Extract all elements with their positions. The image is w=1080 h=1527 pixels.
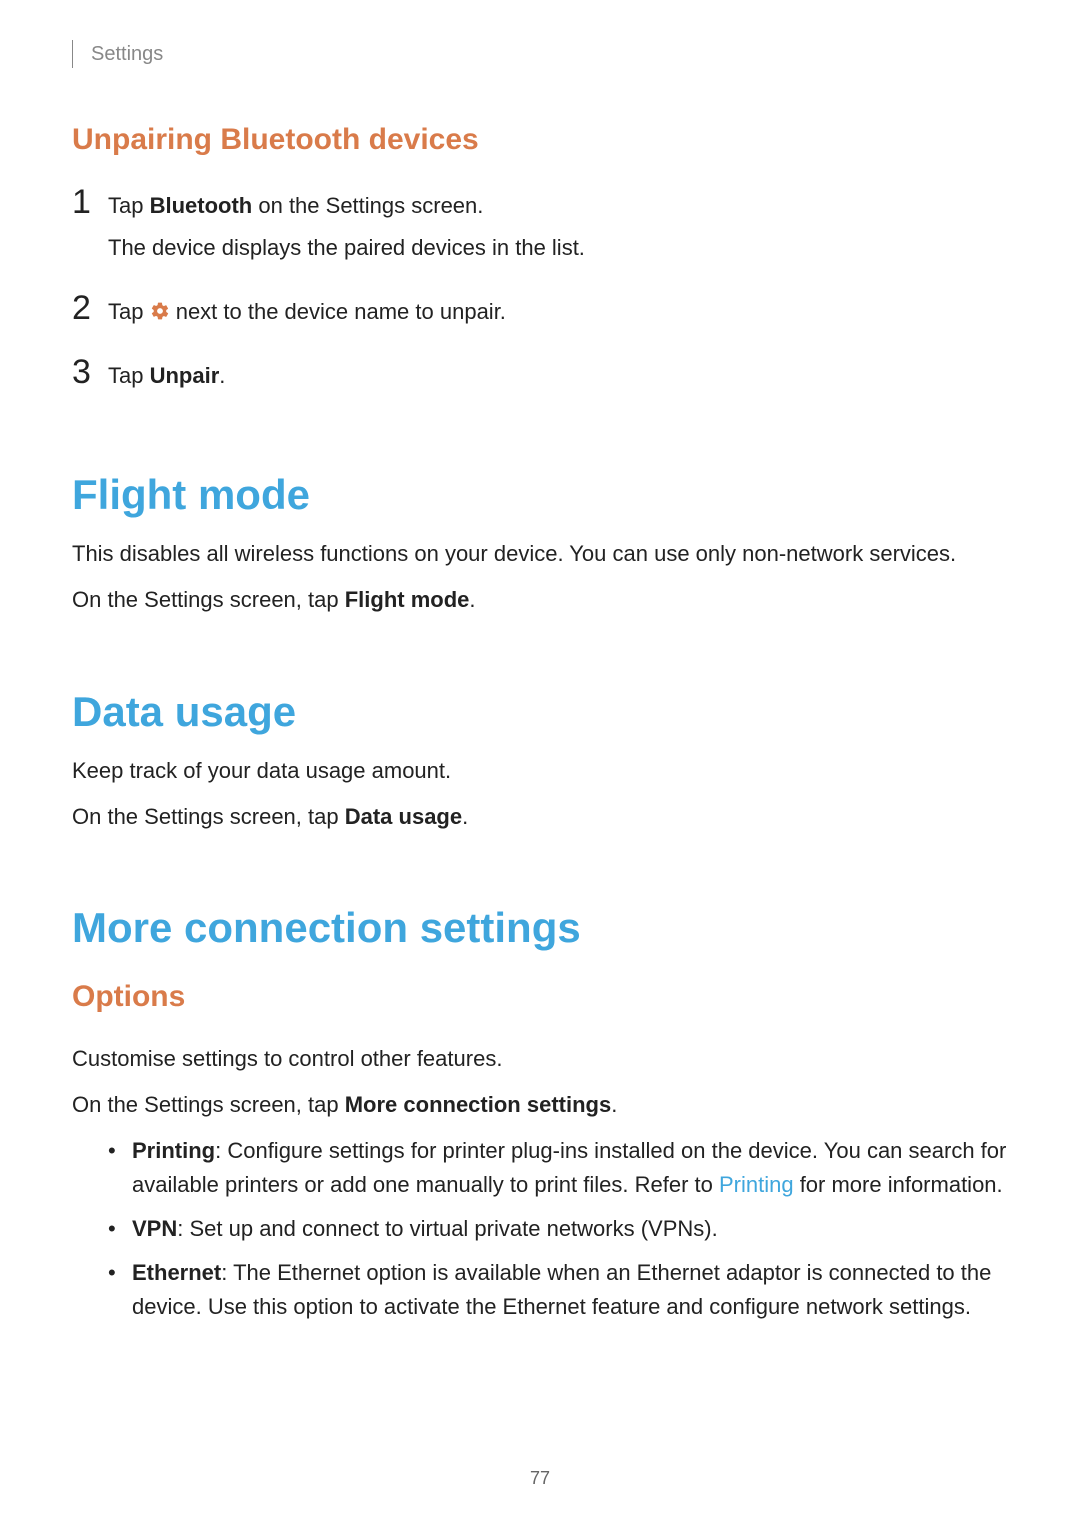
more-para-2: On the Settings screen, tap More connect… <box>72 1088 1008 1122</box>
step-body: Tap Unpair. <box>108 355 225 401</box>
step-line: Tap next to the device name to unpair. <box>108 295 506 329</box>
bullet-ethernet: Ethernet: The Ethernet option is availab… <box>108 1256 1008 1324</box>
more-para-1: Customise settings to control other feat… <box>72 1042 1008 1076</box>
heading-unpairing: Unpairing Bluetooth devices <box>72 123 1008 157</box>
page-content: Settings Unpairing Bluetooth devices 1 T… <box>0 0 1080 1324</box>
flight-para-2: On the Settings screen, tap Flight mode. <box>72 583 1008 617</box>
heading-data-usage: Data usage <box>72 688 1008 736</box>
step-line: Tap Unpair. <box>108 359 225 393</box>
link-printing[interactable]: Printing <box>719 1172 794 1197</box>
step-body: Tap Bluetooth on the Settings screen. Th… <box>108 185 585 273</box>
flight-para-1: This disables all wireless functions on … <box>72 537 1008 571</box>
unpair-steps: 1 Tap Bluetooth on the Settings screen. … <box>72 185 1008 401</box>
step-line: The device displays the paired devices i… <box>108 231 585 265</box>
step-1: 1 Tap Bluetooth on the Settings screen. … <box>72 185 1008 273</box>
more-bullets: Printing: Configure settings for printer… <box>72 1134 1008 1324</box>
heading-more-connection: More connection settings <box>72 904 1008 952</box>
step-3: 3 Tap Unpair. <box>72 355 1008 401</box>
gear-icon <box>150 301 170 321</box>
datausage-para-1: Keep track of your data usage amount. <box>72 754 1008 788</box>
header-section-label: Settings <box>72 40 1008 68</box>
bullet-printing: Printing: Configure settings for printer… <box>108 1134 1008 1202</box>
step-line: Tap Bluetooth on the Settings screen. <box>108 189 585 223</box>
bullet-vpn: VPN: Set up and connect to virtual priva… <box>108 1212 1008 1246</box>
step-body: Tap next to the device name to unpair. <box>108 291 506 337</box>
datausage-para-2: On the Settings screen, tap Data usage. <box>72 800 1008 834</box>
heading-options: Options <box>72 980 1008 1014</box>
page-number: 77 <box>0 1468 1080 1489</box>
step-number: 3 <box>72 355 108 389</box>
step-number: 1 <box>72 185 108 219</box>
step-number: 2 <box>72 291 108 325</box>
step-2: 2 Tap next to the device name to unpair. <box>72 291 1008 337</box>
heading-flight-mode: Flight mode <box>72 471 1008 519</box>
